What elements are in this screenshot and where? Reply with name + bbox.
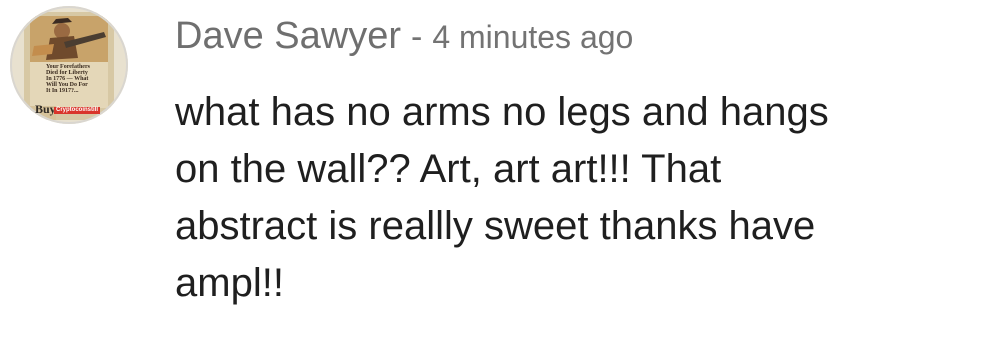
- author-name[interactable]: Dave Sawyer: [175, 15, 401, 58]
- timestamp: 4 minutes ago: [432, 19, 634, 55]
- comment-item: Your Forefathers Died for Liberty In 177…: [0, 0, 986, 361]
- avatar-buy-text: Buy: [35, 102, 56, 116]
- avatar-watermark: Cryptocoinstill: [54, 107, 101, 114]
- avatar-poster-caption: Your Forefathers Died for Liberty In 177…: [46, 64, 90, 94]
- avatar[interactable]: Your Forefathers Died for Liberty In 177…: [10, 6, 128, 124]
- comment-text: what has no arms no legs and hangs on th…: [175, 90, 829, 305]
- header-separator: -: [410, 18, 423, 56]
- comment-header: Dave Sawyer - 4 minutes ago: [175, 15, 633, 67]
